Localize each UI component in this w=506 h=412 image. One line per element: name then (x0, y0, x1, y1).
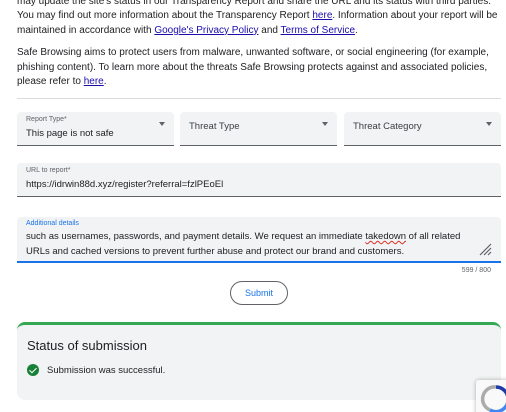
report-type-select[interactable]: Report Type* This page is not safe (17, 112, 174, 146)
threat-type-placeholder: Threat Type (189, 121, 240, 132)
recaptcha-icon (480, 385, 506, 412)
threat-category-select[interactable]: Threat Category (344, 112, 501, 146)
threat-type-select[interactable]: Threat Type (180, 112, 337, 146)
section-divider (17, 98, 501, 99)
status-message-row: Submission was successful. (27, 364, 165, 376)
intro-paragraph-1: may update the site's status in our Tran… (17, 0, 498, 36)
additional-details-text[interactable]: such as usernames, passwords, and paymen… (26, 230, 481, 259)
status-title: Status of submission (27, 338, 147, 353)
additional-details-label: Additional details (26, 220, 79, 227)
character-counter: 599 / 800 (461, 267, 491, 274)
check-circle-icon (27, 364, 39, 376)
url-label: URL to report* (26, 167, 71, 174)
chevron-down-icon (486, 122, 492, 126)
intro-paragraph-2: Safe Browsing aims to protect users from… (17, 47, 489, 88)
transparency-report-link[interactable]: here (312, 10, 332, 21)
terms-of-service-link[interactable]: Terms of Service (281, 25, 355, 36)
status-message: Submission was successful. (47, 364, 166, 376)
submission-status-card: Status of submission Submission was succ… (17, 322, 501, 400)
url-value[interactable]: https://idrwin88d.xyz/register?referral=… (26, 179, 223, 190)
chevron-down-icon (322, 122, 328, 126)
additional-details-textarea[interactable]: Additional details such as usernames, pa… (17, 217, 501, 263)
report-type-value: This page is not safe (26, 128, 114, 139)
spellcheck-flagged-word: takedown (365, 231, 407, 242)
intro-text: may update the site's status in our Tran… (17, 0, 501, 89)
submit-button[interactable]: Submit (230, 281, 288, 305)
privacy-policy-link[interactable]: Google's Privacy Policy (154, 25, 258, 36)
recaptcha-badge[interactable] (476, 380, 506, 412)
safe-browsing-policies-link[interactable]: here (84, 76, 104, 87)
threat-category-placeholder: Threat Category (353, 121, 422, 132)
resize-handle-icon[interactable] (478, 242, 492, 256)
url-input[interactable]: URL to report* https://idrwin88d.xyz/reg… (17, 163, 501, 197)
chevron-down-icon (159, 122, 165, 126)
report-type-label: Report Type* (26, 116, 67, 123)
